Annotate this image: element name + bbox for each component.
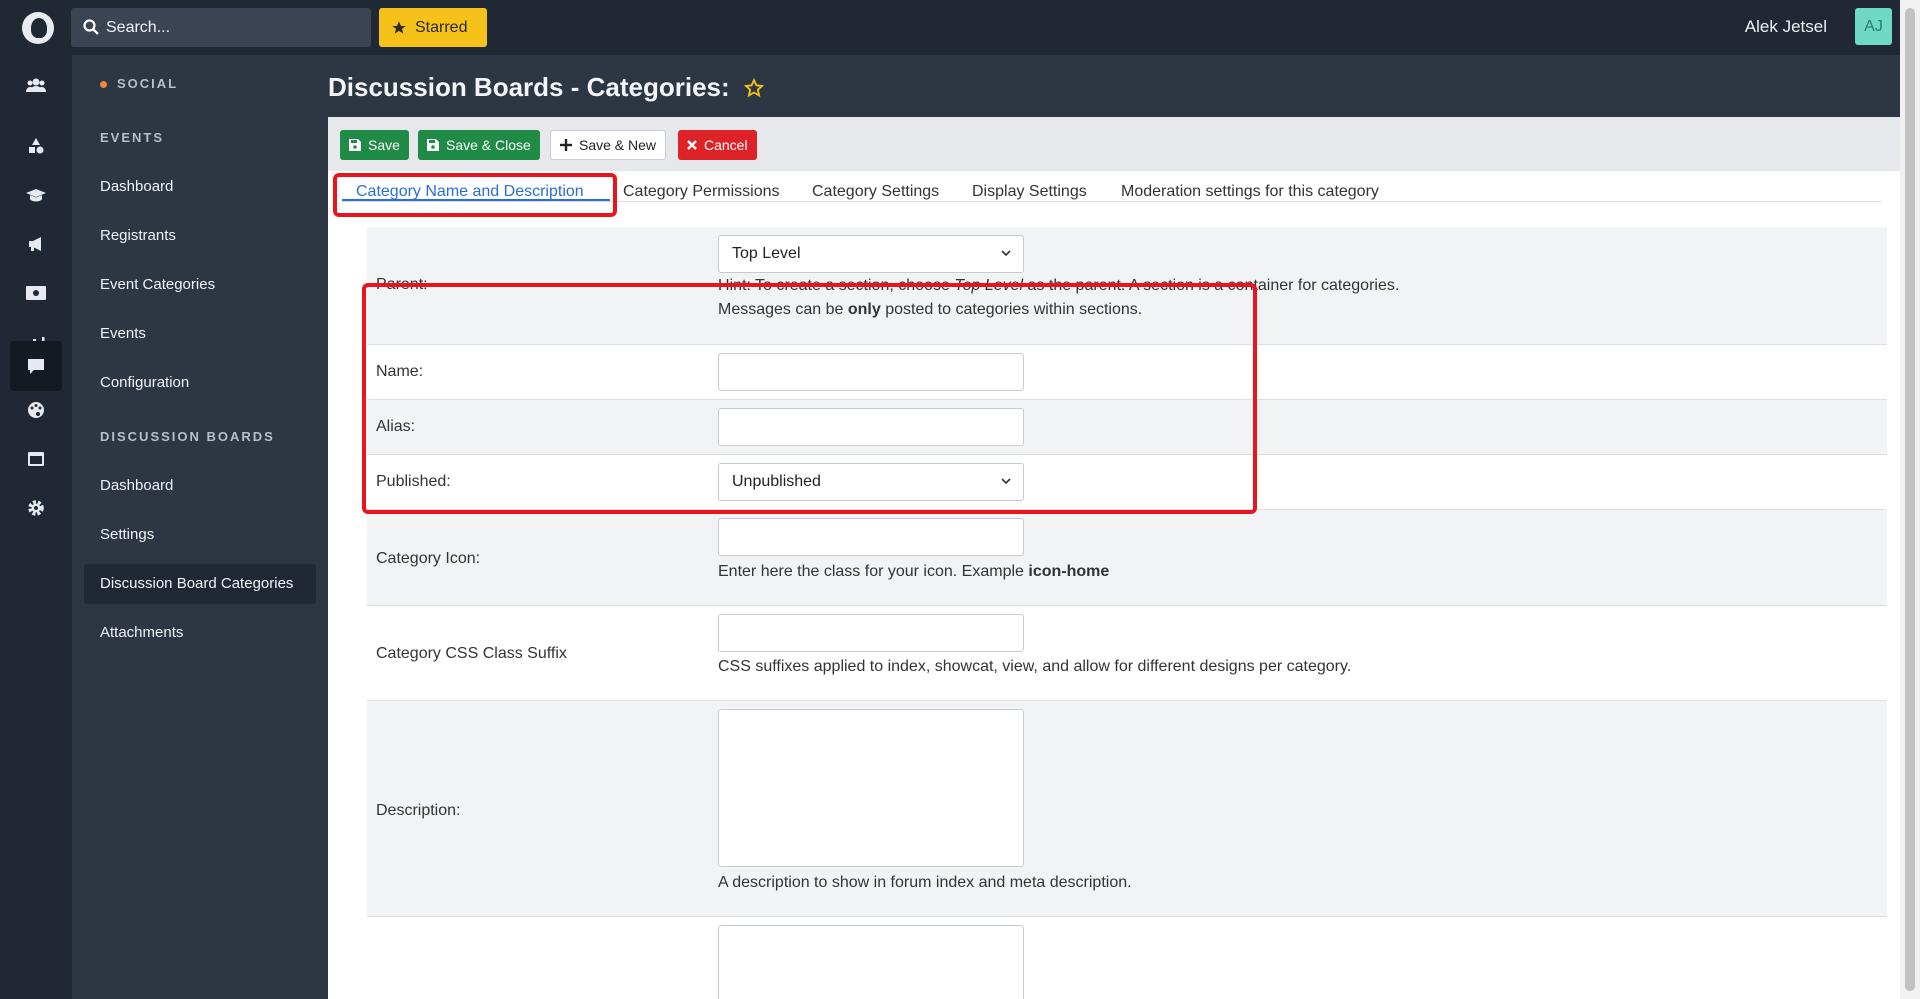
starred-button[interactable]: Starred: [379, 8, 487, 47]
avatar[interactable]: AJ: [1855, 8, 1892, 45]
graduation-cap-icon: [26, 189, 46, 202]
highlight-fields-box: [362, 283, 1257, 514]
nav-header-social[interactable]: SOCIAL: [100, 76, 178, 91]
star-outline-icon[interactable]: [743, 77, 764, 98]
rail-courses[interactable]: [10, 170, 62, 220]
nav-sidebar: SOCIAL EVENTS Dashboard Registrants Even…: [72, 55, 328, 999]
window-icon: [28, 452, 44, 466]
floppy-icon: [349, 139, 361, 151]
form-row-description: Description: A description to show in fo…: [367, 701, 1887, 917]
description-hint: A description to show in forum index and…: [718, 874, 1132, 891]
category-icon-hint-text: Enter here the class for your icon. Exam…: [718, 563, 1029, 580]
description-textarea[interactable]: [718, 709, 1024, 867]
save-label: Save: [368, 137, 400, 153]
comment-icon: [28, 358, 44, 374]
highlight-tab-box: [333, 173, 617, 217]
tab-category-permissions[interactable]: Category Permissions: [623, 183, 780, 201]
top-bar: Search... Starred Alek Jetsel AJ: [0, 0, 1900, 55]
nav-header-social-label: SOCIAL: [117, 76, 179, 91]
cancel-button[interactable]: Cancel: [678, 130, 757, 160]
rail-discussions[interactable]: [10, 341, 62, 391]
description-label: Description:: [376, 802, 461, 819]
toolbar: Save Save & Close Save & New Cancel: [328, 117, 1900, 171]
app-logo-icon[interactable]: [22, 12, 54, 44]
starred-label: Starred: [415, 18, 468, 36]
nav-item-event-categories[interactable]: Event Categories: [84, 265, 316, 305]
nav-item-discussion-board-categories[interactable]: Discussion Board Categories: [84, 564, 316, 604]
nav-item-configuration[interactable]: Configuration: [84, 363, 316, 403]
megaphone-icon: [29, 237, 41, 251]
category-icon-label: Category Icon:: [376, 550, 481, 567]
user-name[interactable]: Alek Jetsel: [1745, 17, 1827, 37]
floppy-icon: [427, 139, 439, 151]
tab-moderation-settings[interactable]: Moderation settings for this category: [1121, 183, 1379, 201]
css-suffix-label: Category CSS Class Suffix: [376, 645, 567, 662]
save-close-label: Save & Close: [446, 137, 531, 153]
save-new-button[interactable]: Save & New: [550, 130, 667, 160]
tab-display-settings[interactable]: Display Settings: [972, 183, 1087, 201]
nav-header-discussion-boards: DISCUSSION BOARDS: [100, 429, 275, 444]
nav-item-events-dashboard[interactable]: Dashboard: [84, 167, 316, 207]
palette-icon: [28, 402, 44, 418]
nav-item-boards-dashboard[interactable]: Dashboard: [84, 466, 316, 506]
chevron-down-icon: [1001, 250, 1011, 257]
form-row-css-suffix: Category CSS Class Suffix CSS suffixes a…: [367, 606, 1887, 701]
css-suffix-input[interactable]: [718, 614, 1024, 652]
nav-header-events: EVENTS: [100, 130, 165, 145]
plus-icon: [560, 139, 572, 151]
category-icon-hint: Enter here the class for your icon. Exam…: [718, 560, 1109, 584]
form-row-next: [367, 917, 1887, 999]
nav-item-events[interactable]: Events: [84, 314, 316, 354]
rail-themes[interactable]: [10, 385, 62, 435]
css-suffix-hint: CSS suffixes applied to index, showcat, …: [718, 658, 1352, 675]
shapes-icon: [29, 138, 44, 154]
main-content: Discussion Boards - Categories: Save Sav…: [328, 55, 1900, 999]
parent-select-value: Top Level: [732, 245, 801, 262]
category-icon-hint-bold: icon-home: [1028, 563, 1110, 580]
rail-marketing[interactable]: [10, 219, 62, 269]
rail-settings[interactable]: [10, 483, 62, 533]
search-icon: [83, 19, 99, 35]
save-close-button[interactable]: Save & Close: [418, 130, 540, 160]
page-scrollbar[interactable]: [1900, 0, 1920, 999]
dot-icon: [100, 81, 107, 89]
users-icon: [26, 78, 46, 92]
search-placeholder: Search...: [106, 19, 171, 36]
tab-category-settings[interactable]: Category Settings: [812, 183, 939, 201]
nav-item-registrants[interactable]: Registrants: [84, 216, 316, 256]
page-title: Discussion Boards - Categories:: [328, 72, 764, 103]
close-icon: [687, 140, 697, 150]
rail-shapes[interactable]: [10, 121, 62, 171]
nav-item-boards-settings[interactable]: Settings: [84, 515, 316, 555]
rail-users[interactable]: [10, 60, 62, 110]
star-icon: [392, 20, 406, 34]
page-title-text: Discussion Boards - Categories:: [328, 72, 730, 102]
gear-icon: [28, 500, 44, 516]
rail-content[interactable]: [10, 434, 62, 484]
cancel-label: Cancel: [704, 137, 748, 153]
save-button[interactable]: Save: [340, 130, 409, 160]
nav-item-attachments[interactable]: Attachments: [84, 613, 316, 653]
form-row-category-icon: Category Icon: Enter here the class for …: [367, 510, 1887, 606]
search-box[interactable]: Search...: [71, 8, 371, 47]
parent-select[interactable]: Top Level: [718, 235, 1024, 273]
icon-rail: [0, 55, 72, 999]
save-new-label: Save & New: [579, 137, 657, 153]
rail-payments[interactable]: [10, 268, 62, 318]
money-bill-icon: [26, 286, 46, 300]
edit-panel: Save Save & Close Save & New Cancel Cate…: [328, 117, 1900, 999]
scrollbar-thumb[interactable]: [1905, 8, 1915, 991]
next-textarea[interactable]: [718, 925, 1024, 999]
category-icon-input[interactable]: [718, 518, 1024, 556]
